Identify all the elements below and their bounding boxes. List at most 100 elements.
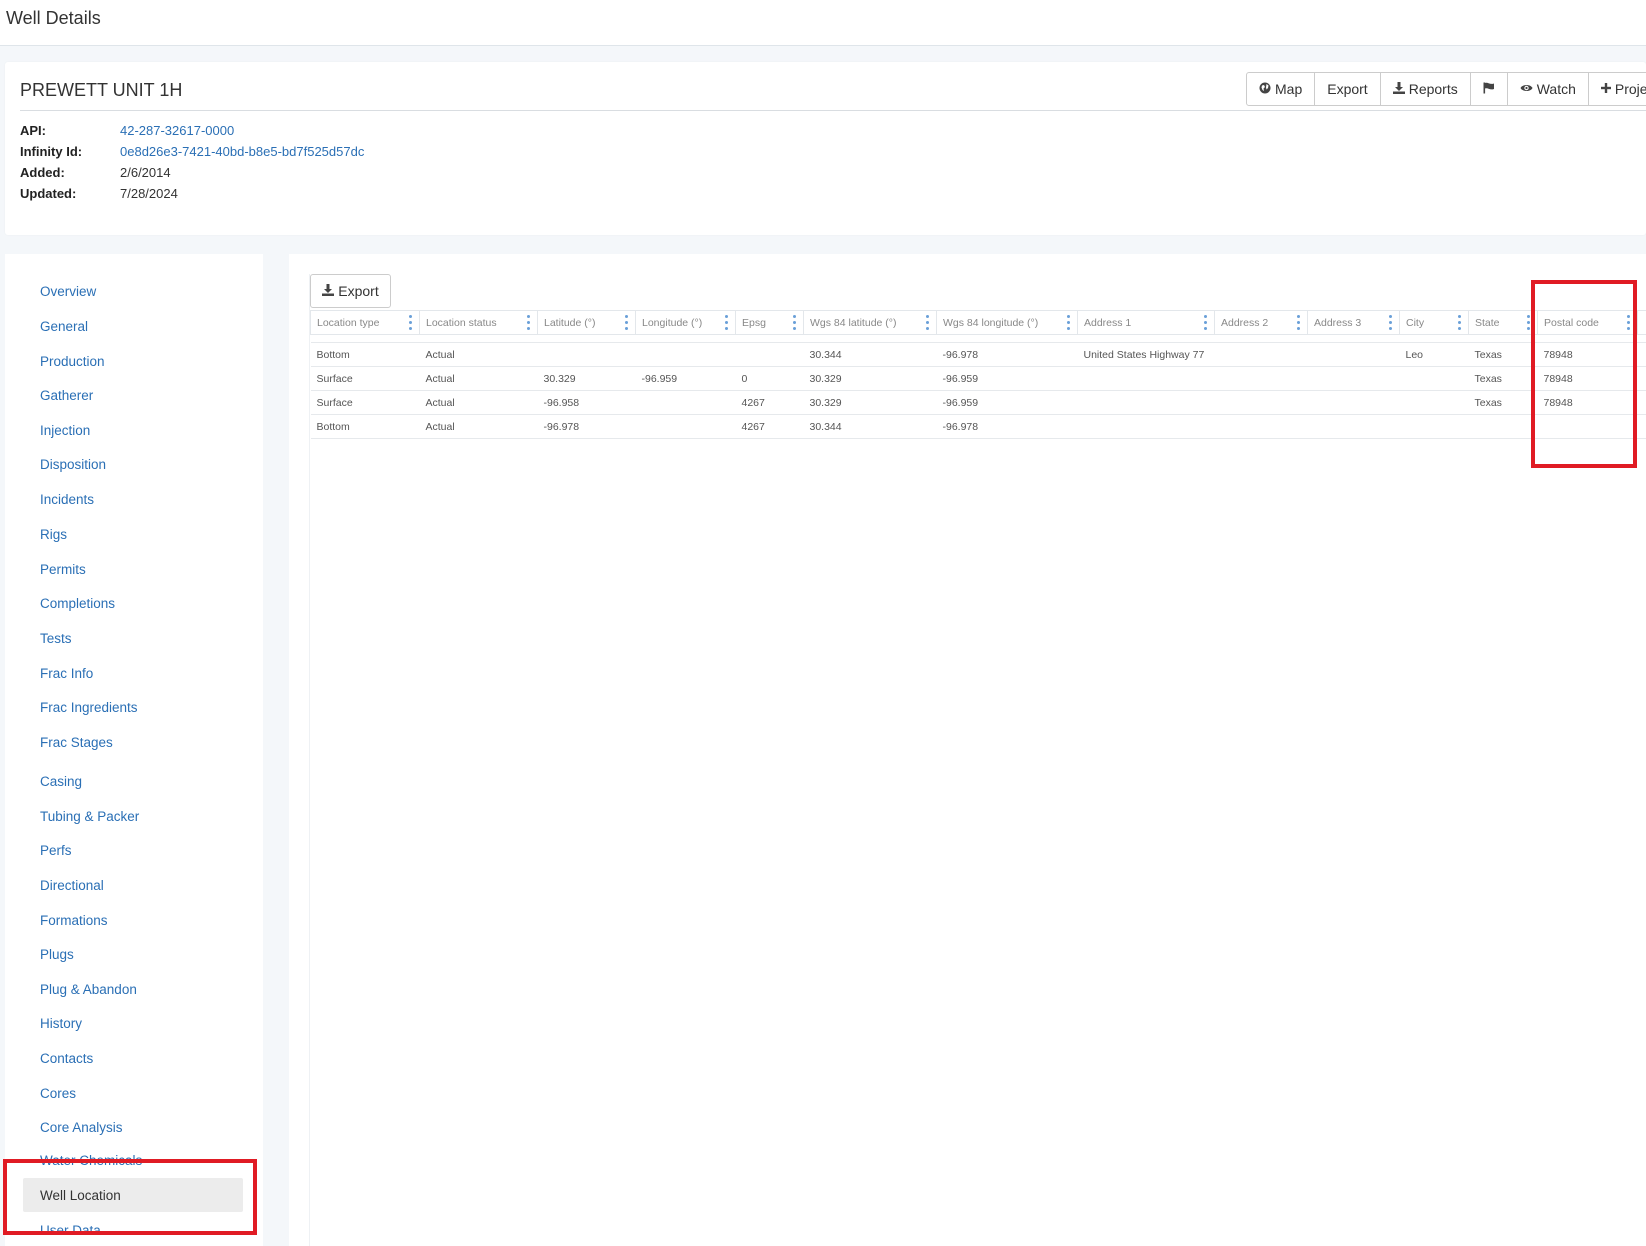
column-header[interactable]: Location type — [310, 310, 420, 335]
table-row[interactable]: Surface Actual 30.329 -96.959 0 30.329 -… — [310, 366, 1646, 391]
sidebar-item-frac-ingredients[interactable]: Frac Ingredients — [23, 690, 243, 724]
table-cell — [1537, 414, 1638, 439]
sidebar-item-plugs[interactable]: Plugs — [23, 937, 243, 971]
sidebar-item-core-analysis[interactable]: Core Analysis — [23, 1110, 243, 1144]
infinity-id-value[interactable]: 0e8d26e3-7421-40bd-b8e5-bd7f525d57dc — [120, 144, 364, 159]
sidebar-item-perfs[interactable]: Perfs — [23, 833, 243, 867]
column-header[interactable]: Epsg — [735, 310, 804, 335]
sidebar-item-water-chemicals[interactable]: Water Chemicals — [23, 1143, 243, 1177]
sidebar-item-permits[interactable]: Permits — [23, 552, 243, 586]
table-cell — [1077, 390, 1215, 415]
reports-button[interactable]: Reports — [1379, 72, 1471, 106]
column-menu-icon[interactable] — [1627, 315, 1630, 330]
sidebar-item-disposition[interactable]: Disposition — [23, 447, 243, 481]
export-button-label: Export — [1327, 81, 1368, 97]
table-cell — [635, 390, 736, 415]
sidebar-item-completions[interactable]: Completions — [23, 586, 243, 620]
column-header[interactable]: Wgs 84 longitude (°) — [936, 310, 1078, 335]
download-icon — [1392, 81, 1405, 97]
table-cell: Surface — [310, 390, 420, 415]
sidebar-item-frac-info[interactable]: Frac Info — [23, 656, 243, 690]
table-row[interactable]: Bottom Actual -96.978 4267 30.344 -96.97… — [310, 414, 1646, 439]
sidebar-item-overview[interactable]: Overview — [23, 274, 243, 308]
table-cell — [1637, 366, 1646, 391]
column-menu-icon[interactable] — [1527, 315, 1530, 330]
sidebar-item-frac-stages[interactable]: Frac Stages — [23, 725, 243, 759]
sidebar-item-cores[interactable]: Cores — [23, 1076, 243, 1110]
column-header[interactable]: Wgs 84 latitude (°) — [803, 310, 937, 335]
table-cell: -96.959 — [936, 390, 1078, 415]
main-panel: Export Location type Location status Lat… — [289, 254, 1646, 1246]
sidebar-item-plug-abandon[interactable]: Plug & Abandon — [23, 972, 243, 1006]
watch-button[interactable]: Watch — [1506, 72, 1589, 106]
api-value[interactable]: 42-287-32617-0000 — [120, 123, 234, 138]
api-label: API: — [20, 123, 46, 138]
sidebar-item-production[interactable]: Production — [23, 344, 243, 378]
sidebar-item-gatherer[interactable]: Gatherer — [23, 378, 243, 412]
sidebar-item-user-data[interactable]: User Data — [23, 1213, 243, 1246]
table-cell — [1214, 414, 1308, 439]
sidebar-item-injection[interactable]: Injection — [23, 413, 243, 447]
sidebar-item-casing[interactable]: Casing — [23, 764, 243, 798]
table-cell — [1307, 342, 1400, 367]
table-cell: -96.959 — [635, 366, 736, 391]
table-cell: 30.344 — [803, 342, 937, 367]
table-cell: 78948 — [1537, 366, 1638, 391]
add-to-project-button[interactable]: Projec — [1587, 72, 1646, 106]
column-menu-icon[interactable] — [926, 315, 929, 330]
well-toolbar: Map Export Reports Watch Projec — [1246, 72, 1646, 106]
watch-button-label: Watch — [1536, 81, 1576, 97]
column-header[interactable]: Address 3 — [1307, 310, 1400, 335]
column-header[interactable]: Address 1 — [1077, 310, 1215, 335]
sidebar-item-tests[interactable]: Tests — [23, 621, 243, 655]
table-cell: Actual — [419, 414, 538, 439]
column-menu-icon[interactable] — [793, 315, 796, 330]
table-cell: Actual — [419, 366, 538, 391]
table-row[interactable]: Surface Actual -96.958 4267 30.329 -96.9… — [310, 390, 1646, 415]
column-header[interactable]: Latitude (°) — [537, 310, 636, 335]
table-cell — [1214, 390, 1308, 415]
grid-export-button[interactable]: Export — [310, 274, 391, 308]
column-header[interactable]: Longitude (°) — [635, 310, 736, 335]
table-row[interactable]: Bottom Actual 30.344 -96.978 United Stat… — [310, 342, 1646, 367]
column-menu-icon[interactable] — [409, 315, 412, 330]
table-cell: Texas — [1468, 366, 1538, 391]
column-header[interactable]: Postal code — [1537, 310, 1638, 335]
column-menu-icon[interactable] — [625, 315, 628, 330]
well-summary-card: PREWETT UNIT 1H Map Export Reports Watch… — [5, 62, 1646, 235]
column-menu-icon[interactable] — [527, 315, 530, 330]
sidebar-item-tubing-packer[interactable]: Tubing & Packer — [23, 799, 243, 833]
table-cell: -96.959 — [936, 366, 1078, 391]
sidebar-item-well-location[interactable]: Well Location — [23, 1178, 243, 1212]
table-cell: 0 — [735, 366, 804, 391]
column-header[interactable]: City — [1399, 310, 1469, 335]
table-cell — [1077, 366, 1215, 391]
column-menu-icon[interactable] — [725, 315, 728, 330]
column-menu-icon[interactable] — [1297, 315, 1300, 330]
sidebar-item-incidents[interactable]: Incidents — [23, 482, 243, 516]
updated-value: 7/28/2024 — [120, 186, 178, 201]
sidebar-item-contacts[interactable]: Contacts — [23, 1041, 243, 1075]
table-cell — [1077, 414, 1215, 439]
sidebar-item-general[interactable]: General — [23, 309, 243, 343]
table-cell: 78948 — [1537, 342, 1638, 367]
sidebar-item-rigs[interactable]: Rigs — [23, 517, 243, 551]
column-header[interactable]: Location status — [419, 310, 538, 335]
column-header[interactable]: Address 2 — [1214, 310, 1308, 335]
sidebar-item-directional[interactable]: Directional — [23, 868, 243, 902]
column-menu-icon[interactable] — [1067, 315, 1070, 330]
sidebar-item-formations[interactable]: Formations — [23, 903, 243, 937]
table-cell — [635, 342, 736, 367]
api-row: API: 42-287-32617-0000 — [20, 120, 364, 141]
column-menu-icon[interactable] — [1458, 315, 1461, 330]
column-header[interactable]: State — [1468, 310, 1538, 335]
sidebar-item-history[interactable]: History — [23, 1006, 243, 1040]
map-button[interactable]: Map — [1246, 72, 1316, 106]
column-menu-icon[interactable] — [1204, 315, 1207, 330]
flag-button[interactable] — [1469, 72, 1508, 106]
column-menu-icon[interactable] — [1389, 315, 1392, 330]
table-cell — [1307, 366, 1400, 391]
table-cell: 78948 — [1537, 390, 1638, 415]
export-button[interactable]: Export — [1314, 72, 1381, 106]
updated-row: Updated: 7/28/2024 — [20, 183, 364, 204]
